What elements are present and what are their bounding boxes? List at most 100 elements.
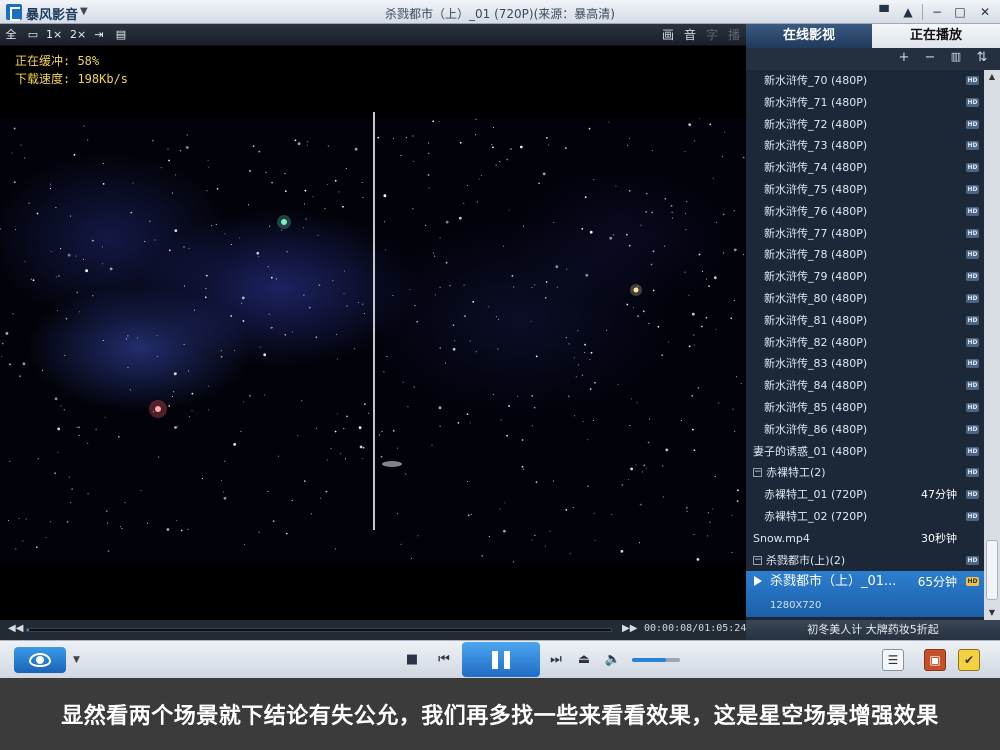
list-item[interactable]: 新水浒传_71 (480P) HD bbox=[746, 92, 984, 114]
hd-badge: HD bbox=[966, 141, 979, 151]
list-item[interactable]: 新水浒传_75 (480P) HD bbox=[746, 179, 984, 201]
list-item-label: Snow.mp4 bbox=[753, 531, 810, 545]
pause-button[interactable] bbox=[462, 642, 540, 677]
list-item-label: 新水浒传_86 (480P) bbox=[764, 422, 868, 436]
hd-badge: HD bbox=[966, 272, 979, 282]
seek-bar: ◀◀ ▶▶ 00:00:08/01:05:24 bbox=[0, 620, 746, 640]
buffer-status: 正在缓冲: 58% bbox=[15, 54, 100, 68]
panel-tabs: 在线影视 正在播放 bbox=[746, 24, 1000, 48]
list-item[interactable]: Snow.mp4 30秒钟 bbox=[746, 528, 984, 550]
list-item-label: 新水浒传_75 (480P) bbox=[764, 183, 868, 196]
delete-icon[interactable]: ▥ bbox=[948, 50, 964, 63]
list-item[interactable]: 新水浒传_86 (480P) HD bbox=[746, 419, 984, 441]
eye-menu-arrow-icon[interactable]: ▼ bbox=[73, 655, 80, 665]
hd-badge: HD bbox=[966, 119, 979, 129]
list-item[interactable]: 新水浒传_72 (480P) HD bbox=[746, 114, 984, 136]
playlist-group[interactable]: − 赤裸特工(2) HD bbox=[746, 462, 984, 484]
list-item[interactable]: 新水浒传_73 (480P) HD bbox=[746, 135, 984, 157]
seek-track[interactable] bbox=[26, 628, 612, 632]
list-item-label: 新水浒传_82 (480P) bbox=[764, 335, 868, 349]
next-icon[interactable]: ⏭ bbox=[548, 650, 564, 670]
list-item[interactable]: 新水浒传_74 (480P) HD bbox=[746, 157, 984, 179]
toolbox-icon[interactable]: ▣ bbox=[924, 649, 946, 671]
sort-icon[interactable]: ⇅ bbox=[974, 50, 990, 65]
audio-button[interactable]: 音 bbox=[684, 27, 696, 43]
scroll-up-icon[interactable]: ▲ bbox=[984, 70, 1000, 84]
hd-badge: HD bbox=[966, 490, 979, 500]
video-area[interactable]: 正在缓冲: 58% 下载速度: 198Kb/s bbox=[0, 46, 746, 620]
message-icon[interactable]: ▀ bbox=[874, 3, 894, 21]
list-item[interactable]: 新水浒传_78 (480P) HD bbox=[746, 244, 984, 266]
list-item[interactable]: 新水浒传_85 (480P) HD bbox=[746, 397, 984, 419]
eject-icon[interactable]: ⏏ bbox=[576, 650, 592, 670]
app-name[interactable]: 暴风影音 bbox=[26, 4, 78, 23]
app-logo-icon[interactable] bbox=[6, 4, 22, 21]
hd-badge: HD bbox=[966, 315, 979, 325]
mini-mode-icon[interactable]: ▭ bbox=[26, 27, 40, 43]
time-display: 00:00:08/01:05:24 bbox=[644, 623, 747, 634]
fast-forward-icon[interactable]: ▶▶ bbox=[622, 623, 637, 634]
list-item[interactable]: 新水浒传_76 (480P) HD bbox=[746, 201, 984, 223]
pin-top-icon[interactable]: ⇥ bbox=[92, 27, 106, 43]
maximize-icon[interactable]: □ bbox=[950, 3, 970, 21]
list-item[interactable]: 新水浒传_79 (480P) HD bbox=[746, 266, 984, 288]
now-playing-item[interactable]: 杀戮都市（上）_01... 65分钟 HD 1280X720 bbox=[746, 571, 984, 618]
list-item-label: 赤裸特工_02 (720P) bbox=[764, 510, 868, 523]
seek-progress bbox=[27, 629, 30, 631]
playlist-scrollbar[interactable]: ▲ ▼ bbox=[984, 70, 1000, 620]
subtitle-button[interactable]: 字 bbox=[706, 27, 718, 43]
list-item[interactable]: 新水浒传_84 (480P) HD bbox=[746, 375, 984, 397]
app-menu-arrow-icon[interactable]: ▼ bbox=[80, 6, 88, 17]
pause-icon-bar-right bbox=[504, 651, 510, 669]
skin-icon[interactable]: ▲ bbox=[898, 3, 918, 21]
list-item[interactable]: 赤裸特工_01 (720P) 47分钟 HD bbox=[746, 484, 984, 506]
list-item[interactable]: 赤裸特工_02 (720P) HD bbox=[746, 506, 984, 528]
title-bar: 暴风影音 ▼ 杀戮都市（上）_01 (720P)(来源：暴高清) ▀ ▲ − □… bbox=[0, 0, 1000, 24]
zoom-2x-button[interactable]: 2× bbox=[70, 27, 86, 43]
list-item-label: 赤裸特工(2) bbox=[766, 466, 826, 480]
hd-badge: HD bbox=[966, 468, 979, 478]
list-item[interactable]: 妻子的诱惑_01 (480P) HD bbox=[746, 441, 984, 463]
list-item[interactable]: 新水浒传_83 (480P) HD bbox=[746, 353, 984, 375]
comparison-divider bbox=[373, 112, 375, 530]
playlist-group[interactable]: − 杀戮都市(上)(2) HD bbox=[746, 550, 984, 572]
list-item-label: 赤裸特工_01 (720P) bbox=[764, 488, 868, 502]
screen-icon[interactable]: ▤ bbox=[114, 27, 128, 43]
list-item[interactable]: 新水浒传_80 (480P) HD bbox=[746, 288, 984, 310]
playback-button[interactable]: 播 bbox=[728, 27, 740, 43]
list-item[interactable]: 新水浒传_81 (480P) HD bbox=[746, 310, 984, 332]
task-check-icon[interactable]: ✔ bbox=[958, 649, 980, 671]
zoom-1x-button[interactable]: 1× bbox=[46, 27, 62, 43]
eye-pupil bbox=[36, 656, 44, 664]
picture-button[interactable]: 画 bbox=[662, 27, 674, 43]
tab-now-playing[interactable]: 正在播放 bbox=[872, 24, 1000, 48]
hd-badge: HD bbox=[966, 250, 979, 260]
list-item[interactable]: 新水浒传_77 (480P) HD bbox=[746, 223, 984, 245]
close-icon[interactable]: ✕ bbox=[975, 3, 995, 21]
volume-icon[interactable]: 🔈 bbox=[604, 650, 622, 670]
tab-online-video[interactable]: 在线影视 bbox=[746, 24, 872, 48]
ad-banner[interactable]: 初冬美人计 大牌药妆5折起 bbox=[746, 620, 1000, 640]
fullscreen-button[interactable]: 全 bbox=[4, 27, 18, 43]
collapse-icon[interactable]: − bbox=[753, 468, 762, 478]
list-item-duration: 47分钟 bbox=[921, 488, 957, 502]
playlist: 新水浒传_70 (480P) HD 新水浒传_71 (480P) HD 新水浒传_72 … bbox=[746, 70, 984, 620]
scroll-thumb[interactable] bbox=[986, 540, 998, 600]
hd-badge: HD bbox=[966, 403, 979, 412]
add-icon[interactable]: + bbox=[896, 50, 912, 65]
stop-icon[interactable]: ■ bbox=[404, 650, 420, 670]
eye-enhance-button[interactable] bbox=[14, 647, 66, 673]
list-item[interactable]: 新水浒传_70 (480P) HD bbox=[746, 70, 984, 92]
volume-slider[interactable] bbox=[632, 658, 680, 662]
playlist-toggle-icon[interactable]: ☰ bbox=[882, 649, 904, 671]
list-item[interactable]: 新水浒传_82 (480P) HD bbox=[746, 332, 984, 354]
hd-badge: HD bbox=[966, 555, 979, 565]
collapse-icon[interactable]: − bbox=[753, 555, 762, 565]
remove-icon[interactable]: − bbox=[922, 50, 938, 65]
rewind-icon[interactable]: ◀◀ bbox=[8, 623, 23, 634]
download-speed: 下载速度: 198Kb/s bbox=[15, 72, 129, 86]
minimize-icon[interactable]: − bbox=[927, 3, 947, 21]
scroll-down-icon[interactable]: ▼ bbox=[984, 606, 1000, 620]
hd-badge: HD bbox=[966, 446, 979, 456]
previous-icon[interactable]: ⏮ bbox=[436, 650, 452, 670]
